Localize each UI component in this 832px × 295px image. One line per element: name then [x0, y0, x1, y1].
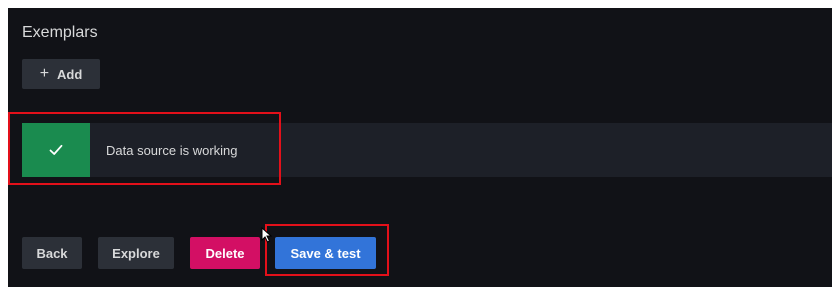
delete-button[interactable]: Delete [190, 237, 260, 269]
status-message: Data source is working [106, 142, 238, 158]
add-exemplar-button[interactable]: + Add [22, 59, 100, 89]
add-button-label: Add [57, 66, 83, 82]
datasource-status-alert: Data source is working [22, 123, 832, 177]
exemplars-heading: Exemplars [22, 24, 98, 41]
explore-button[interactable]: Explore [98, 237, 174, 269]
back-button[interactable]: Back [22, 237, 82, 269]
datasource-settings-panel: Exemplars + Add Data source is working B… [8, 8, 832, 287]
plus-icon: + [39, 65, 50, 82]
save-and-test-button[interactable]: Save & test [275, 237, 376, 269]
checkmark-icon [49, 144, 63, 155]
mouse-pointer-icon [261, 227, 273, 243]
success-icon-box [22, 123, 90, 177]
